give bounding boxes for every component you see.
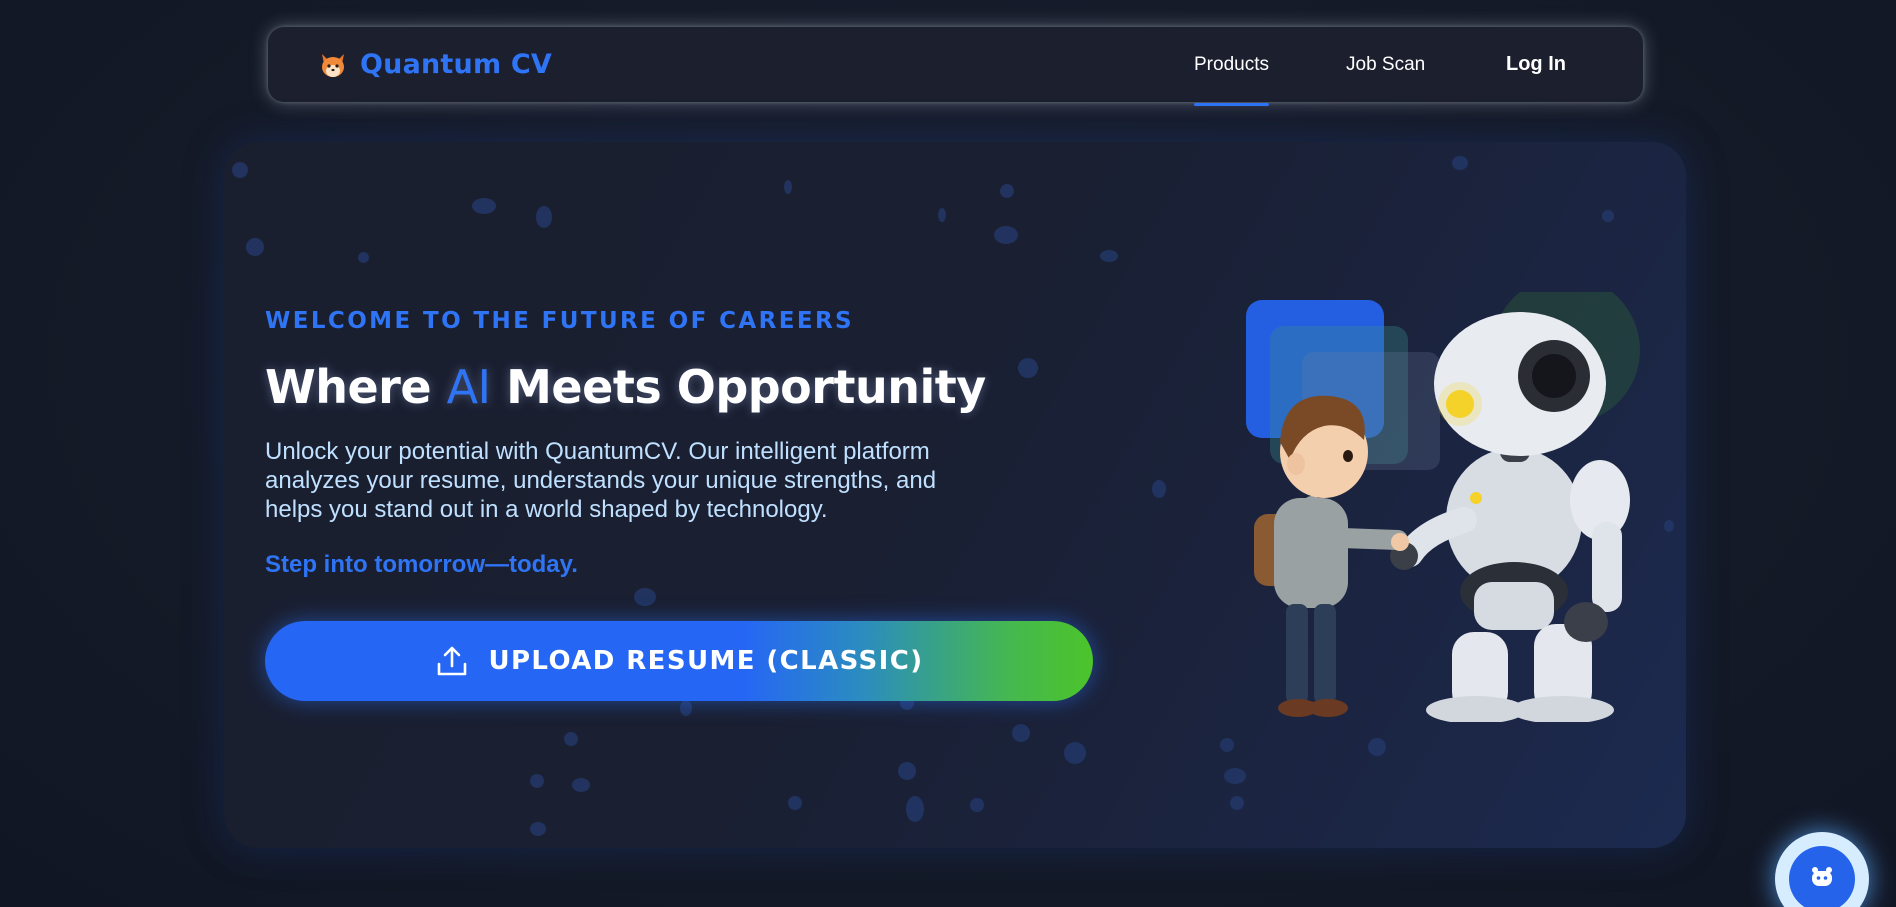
hero-description: Unlock your potential with QuantumCV. Ou…: [265, 438, 937, 523]
hero-tagline: Step into tomorrow—today.: [265, 551, 578, 578]
background-particle: [564, 732, 578, 746]
headline-post: Meets Opportunity: [490, 360, 986, 414]
background-particle: [1018, 358, 1038, 378]
chatbot-button[interactable]: [1775, 832, 1869, 907]
background-particle: [938, 208, 946, 222]
background-particle: [1100, 250, 1118, 262]
background-particle: [1602, 210, 1614, 222]
background-particle: [1452, 156, 1468, 170]
login-button[interactable]: Log In: [1506, 27, 1566, 102]
eyebrow-text: WELCOME TO THE FUTURE OF CAREERS: [265, 308, 855, 334]
background-particle: [1000, 184, 1014, 198]
nav-link-job-scan[interactable]: Job Scan: [1346, 27, 1425, 102]
background-particle: [358, 252, 369, 263]
upload-resume-button[interactable]: UPLOAD RESUME (CLASSIC): [265, 621, 1093, 701]
background-particle: [530, 774, 544, 788]
background-particle: [472, 198, 496, 214]
chatbot-icon: [1809, 864, 1835, 894]
background-particle: [970, 798, 984, 812]
upload-icon: [434, 643, 470, 679]
background-particle: [232, 162, 248, 178]
page: Quantum CV Products Job Scan Log In WELC…: [0, 0, 1896, 907]
background-particle: [788, 796, 802, 810]
background-particle: [1230, 796, 1244, 810]
background-particle: [1220, 738, 1234, 752]
background-particle: [1064, 742, 1086, 764]
background-particle: [1012, 724, 1030, 742]
background-particle: [1224, 768, 1246, 784]
hero-headline: Where AI Meets Opportunity: [265, 360, 986, 414]
chatbot-icon-wrapper: [1789, 846, 1855, 907]
background-particle: [1152, 480, 1166, 498]
background-particle: [530, 822, 546, 836]
background-particle: [572, 778, 590, 792]
background-particle: [680, 700, 692, 716]
brand-link[interactable]: Quantum CV: [318, 27, 552, 102]
background-particle: [898, 762, 916, 780]
top-navbar: Quantum CV Products Job Scan Log In: [268, 27, 1643, 106]
headline-accent: AI: [446, 360, 492, 414]
fox-logo-icon: [318, 50, 348, 80]
headline-pre: Where: [265, 360, 447, 414]
background-particle: [536, 206, 552, 228]
background-particle: [994, 226, 1018, 244]
background-particle: [1368, 738, 1386, 756]
background-particle: [246, 238, 264, 256]
hero-section: WELCOME TO THE FUTURE OF CAREERS Where A…: [224, 142, 1686, 848]
brand-name: Quantum CV: [360, 49, 552, 80]
nav-link-products[interactable]: Products: [1194, 27, 1269, 106]
background-particle: [634, 588, 656, 606]
background-particle: [784, 180, 792, 194]
background-particle: [906, 796, 924, 822]
boy-and-robot-handshake-illustration: [1214, 276, 1654, 724]
upload-button-label: UPLOAD RESUME (CLASSIC): [488, 646, 924, 676]
background-particle: [1664, 520, 1674, 532]
